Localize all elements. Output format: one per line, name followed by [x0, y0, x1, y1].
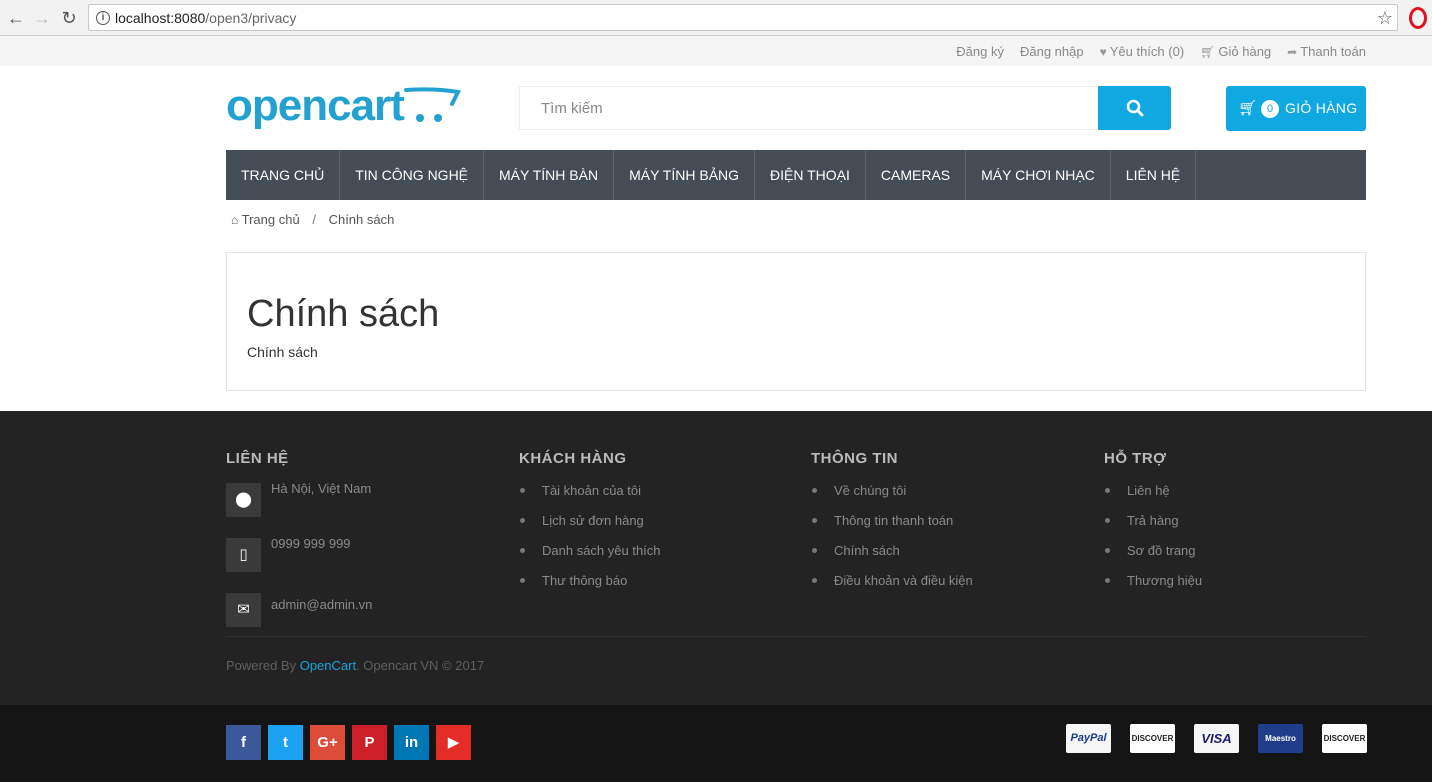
menu-item-desktops[interactable]: MÁY TÍNH BÀN — [484, 150, 615, 200]
forward-arrow-icon[interactable]: → — [30, 6, 54, 30]
footer-link-newsletter[interactable]: Thư thông báo — [519, 573, 661, 603]
linkedin-icon[interactable]: in — [394, 725, 429, 760]
twitter-icon[interactable]: t — [268, 725, 303, 760]
wishlist-link[interactable]: ♥ Yêu thích (0) — [1100, 44, 1185, 59]
cart-icon: 🛒︎ — [1200, 45, 1216, 59]
cart-count-badge: 0 — [1261, 100, 1279, 118]
info-icon[interactable]: i — [96, 11, 110, 25]
url-path: /open3/privacy — [205, 10, 297, 26]
google-plus-icon[interactable]: G+ — [310, 725, 345, 760]
content-panel: Chính sách Chính sách — [226, 252, 1366, 391]
menu-item-cameras[interactable]: CAMERAS — [866, 150, 967, 200]
footer-divider — [226, 636, 1366, 637]
powered-by-text: Powered By OpenCart. Opencart VN © 2017 — [226, 658, 484, 673]
browser-toolbar: ← → ↻ i localhost:8080/open3/privacy ☆ — [0, 0, 1432, 36]
checkout-label: Thanh toán — [1300, 44, 1366, 59]
footer-support-heading: HỖ TRỢ — [1104, 450, 1167, 467]
footer-link-returns[interactable]: Trả hàng — [1104, 513, 1202, 543]
footer-link-sitemap[interactable]: Sơ đồ trang — [1104, 543, 1202, 573]
powered-prefix: Powered By — [226, 658, 300, 673]
opera-icon[interactable] — [1409, 7, 1427, 29]
cart-button[interactable]: 🛒︎ 0 GIỎ HÀNG — [1226, 86, 1366, 131]
social-links: f t G+ P in ▶ — [226, 725, 471, 760]
maestro-icon: Maestro — [1258, 724, 1303, 753]
cart-link-label: Giỏ hàng — [1218, 44, 1272, 59]
footer-support-column: HỖ TRỢ Liên hệ Trả hàng Sơ đồ trang Thươ… — [1104, 450, 1202, 603]
search-icon — [1126, 99, 1144, 117]
heart-icon: ♥ — [1099, 45, 1107, 59]
footer-contact-column: LIÊN HỆ ⬤ Hà Nội, Việt Nam ▯ 0999 999 99… — [226, 450, 372, 648]
envelope-icon: ✉ — [226, 593, 261, 627]
payment-methods: PayPal DISCOVER VISA Maestro DISCOVER — [1066, 724, 1367, 753]
paypal-icon: PayPal — [1066, 724, 1111, 753]
footer-link-delivery[interactable]: Thông tin thanh toán — [811, 513, 973, 543]
menu-item-tablets[interactable]: MÁY TÍNH BẢNG — [614, 150, 756, 200]
cart-link[interactable]: 🛒︎ Giỏ hàng — [1200, 44, 1271, 59]
mobile-phone-icon: ▯ — [226, 538, 261, 572]
powered-suffix: . Opencart VN © 2017 — [356, 658, 485, 673]
footer-contact-heading: LIÊN HỆ — [226, 450, 289, 467]
logo-cart-swoosh-icon — [404, 87, 462, 122]
bottom-bar: f t G+ P in ▶ PayPal DISCOVER VISA Maest… — [0, 705, 1432, 782]
page-title: Chính sách — [247, 293, 440, 335]
logo-text: opencart — [226, 81, 405, 130]
footer-customer-column: KHÁCH HÀNG Tài khoản của tôi Lịch sử đơn… — [519, 450, 661, 603]
discover-icon-2: DISCOVER — [1322, 724, 1367, 753]
footer-link-terms[interactable]: Điều khoản và điều kiện — [811, 573, 973, 603]
top-links-bar: Đăng ký Đăng nhập ♥ Yêu thích (0) 🛒︎ Giỏ h… — [0, 36, 1432, 66]
bookmark-star-icon[interactable]: ☆ — [1377, 8, 1393, 29]
map-marker-icon: ⬤ — [226, 483, 261, 517]
wishlist-label: Yêu thích (0) — [1109, 44, 1185, 59]
search-button[interactable] — [1098, 86, 1171, 130]
menu-item-contact[interactable]: LIÊN HỆ — [1111, 150, 1197, 200]
facebook-icon[interactable]: f — [226, 725, 261, 760]
main-menu: TRANG CHỦ TIN CÔNG NGHỆ MÁY TÍNH BÀN MÁY… — [226, 150, 1366, 200]
discover-icon: DISCOVER — [1130, 724, 1175, 753]
footer-link-brands[interactable]: Thương hiệu — [1104, 573, 1202, 603]
contact-address: Hà Nội, Việt Nam — [271, 481, 372, 496]
opencart-link[interactable]: OpenCart — [300, 658, 356, 673]
footer-link-about[interactable]: Về chúng tôi — [811, 483, 973, 513]
footer-link-privacy[interactable]: Chính sách — [811, 543, 973, 573]
page-body: Chính sách — [247, 344, 318, 360]
reload-icon[interactable]: ↻ — [57, 6, 81, 30]
menu-item-mp3-players[interactable]: MÁY CHƠI NHẠC — [966, 150, 1111, 200]
contact-phone: 0999 999 999 — [271, 536, 351, 551]
breadcrumb-current[interactable]: Chính sách — [329, 212, 395, 227]
footer-link-contact[interactable]: Liên hệ — [1104, 483, 1202, 513]
footer-link-wishlist[interactable]: Danh sách yêu thích — [519, 543, 661, 573]
search-bar: Tìm kiếm — [519, 86, 1171, 130]
menu-item-phones[interactable]: ĐIỆN THOẠI — [755, 150, 866, 200]
opencart-logo[interactable]: opencart — [226, 80, 466, 132]
menu-item-tech-news[interactable]: TIN CÔNG NGHỆ — [340, 150, 485, 200]
footer-info-column: THÔNG TIN Về chúng tôi Thông tin thanh t… — [811, 450, 973, 603]
menu-item-home[interactable]: TRANG CHỦ — [226, 150, 341, 200]
footer-link-order-history[interactable]: Lịch sử đơn hàng — [519, 513, 661, 543]
register-link[interactable]: Đăng ký — [956, 44, 1004, 59]
address-bar[interactable]: i localhost:8080/open3/privacy ☆ — [88, 4, 1398, 31]
contact-email: admin@admin.vn — [271, 597, 373, 612]
search-input[interactable]: Tìm kiếm — [519, 86, 1098, 130]
breadcrumb: ⌂ Trang chủ / Chính sách — [231, 212, 394, 227]
footer-customer-heading: KHÁCH HÀNG — [519, 450, 627, 467]
footer-info-heading: THÔNG TIN — [811, 450, 898, 467]
shopping-cart-icon: 🛒︎ — [1238, 100, 1258, 117]
back-arrow-icon[interactable]: ← — [4, 6, 28, 30]
breadcrumb-separator: / — [312, 212, 316, 227]
visa-icon: VISA — [1194, 724, 1239, 753]
footer: LIÊN HỆ ⬤ Hà Nội, Việt Nam ▯ 0999 999 99… — [0, 411, 1432, 705]
breadcrumb-home[interactable]: Trang chủ — [242, 212, 300, 227]
pinterest-icon[interactable]: P — [352, 725, 387, 760]
home-icon: ⌂ — [231, 213, 239, 227]
login-link[interactable]: Đăng nhập — [1020, 44, 1084, 59]
cart-label: GIỎ HÀNG — [1285, 100, 1358, 116]
footer-link-my-account[interactable]: Tài khoản của tôi — [519, 483, 661, 513]
checkout-link[interactable]: ➦ Thanh toán — [1287, 44, 1366, 59]
youtube-icon[interactable]: ▶ — [436, 725, 471, 760]
url-host: localhost:8080 — [115, 10, 206, 26]
share-icon: ➦ — [1287, 45, 1298, 59]
